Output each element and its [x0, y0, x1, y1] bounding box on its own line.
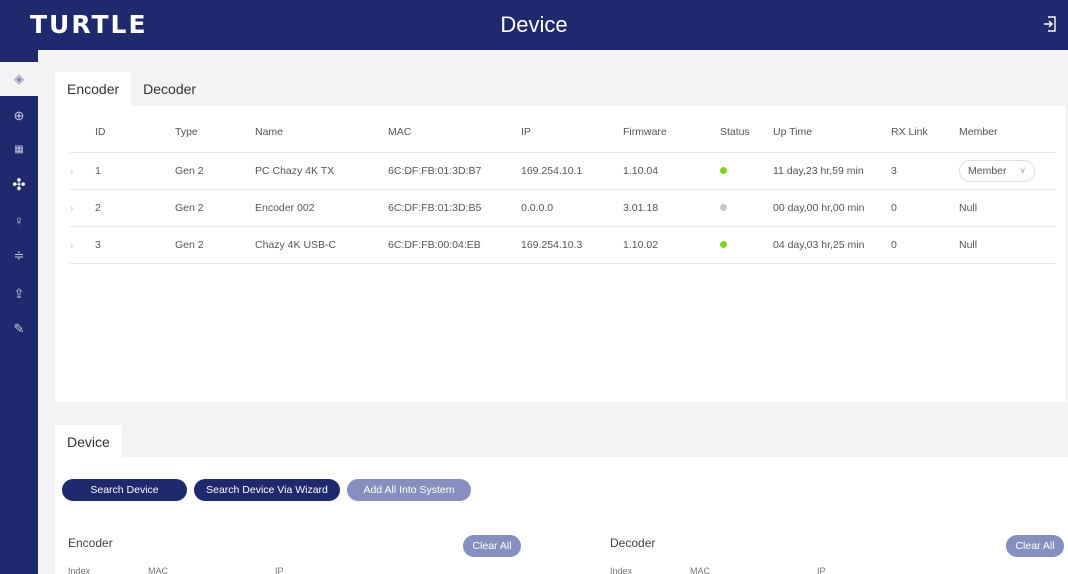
cell-mac: 6C:DF:FB:00:04:EB — [388, 226, 521, 264]
clear-all-encoder-button[interactable]: Clear All — [463, 535, 521, 557]
tab-decoder[interactable]: Decoder — [131, 72, 208, 106]
expand-chevron-icon[interactable]: › — [70, 240, 73, 251]
cell-name: Encoder 002 — [255, 189, 388, 227]
col-uptime: Up Time — [773, 112, 891, 153]
cell-firmware: 3.01.18 — [623, 189, 720, 227]
cell-member: Null — [959, 226, 1055, 264]
status-dot — [720, 240, 727, 248]
status-dot — [720, 166, 727, 174]
col-name: Name — [255, 112, 388, 153]
col-firmware: Firmware — [623, 112, 720, 153]
device-table: ID Type Name MAC IP Firmware Status Up T… — [70, 112, 1055, 264]
member-select-value: Member — [968, 164, 1007, 177]
cell-ip: 169.254.10.1 — [521, 152, 623, 190]
expand-chevron-icon[interactable]: › — [70, 166, 73, 177]
col-rxlink: RX Link — [891, 112, 959, 153]
cell-mac: 6C:DF:FB:01:3D:B7 — [388, 152, 521, 190]
col-ip: IP — [521, 112, 623, 153]
cell-rxlink: 3 — [891, 152, 959, 190]
encoder-col-index: Index — [68, 566, 91, 574]
cell-type: Gen 2 — [175, 189, 255, 227]
search-via-wizard-button[interactable]: Search Device Via Wizard — [194, 479, 340, 501]
cell-name: PC Chazy 4K TX — [255, 152, 388, 190]
encoder-section-label: Encoder — [68, 536, 113, 550]
decoder-col-index: Index — [610, 566, 633, 574]
cell-uptime: 04 day,03 hr,25 min — [773, 226, 891, 264]
col-id: ID — [95, 112, 175, 153]
cell-id: 1 — [95, 152, 175, 190]
logout-icon[interactable] — [1042, 15, 1058, 33]
col-type: Type — [175, 112, 255, 153]
device-list-panel: Encoder Decoder ID Type Name MAC IP Firm… — [55, 60, 1065, 402]
cell-firmware: 1.10.02 — [623, 226, 720, 264]
cell-type: Gen 2 — [175, 226, 255, 264]
expand-chevron-icon[interactable]: › — [70, 203, 73, 214]
tab-encoder[interactable]: Encoder — [55, 72, 132, 106]
col-member: Member — [959, 112, 1055, 153]
cell-name: Chazy 4K USB-C — [255, 226, 388, 264]
sidebar: ◈ ⊕ ▦ ✣ ♀ ≑ ⇪ ✎ — [0, 50, 38, 574]
cell-firmware: 1.10.04 — [623, 152, 720, 190]
cell-rxlink: 0 — [891, 189, 959, 227]
decoder-col-ip: IP — [817, 566, 826, 574]
cell-rxlink: 0 — [891, 226, 959, 264]
cell-uptime: 00 day,00 hr,00 min — [773, 189, 891, 227]
layers-icon[interactable]: ◈ — [0, 67, 38, 91]
cell-id: 2 — [95, 189, 175, 227]
network-icon[interactable]: ✣ — [0, 173, 38, 197]
add-all-into-system-button[interactable]: Add All Into System — [347, 479, 471, 501]
search-device-button[interactable]: Search Device — [62, 479, 187, 501]
encoder-col-mac: MAC — [148, 566, 168, 574]
chevron-down-icon: ∨ — [1019, 165, 1026, 175]
grid-icon[interactable]: ▦ — [0, 137, 38, 161]
plus-circle-icon[interactable]: ⊕ — [0, 104, 38, 128]
table-row[interactable]: › 3 Gen 2 Chazy 4K USB-C 6C:DF:FB:00:04:… — [70, 226, 1055, 264]
tab-bar: Encoder Decoder — [55, 72, 208, 106]
encoder-col-ip: IP — [275, 566, 284, 574]
status-dot — [720, 203, 727, 211]
cell-mac: 6C:DF:FB:01:3D:B5 — [388, 189, 521, 227]
table-row[interactable]: › 2 Gen 2 Encoder 002 6C:DF:FB:01:3D:B5 … — [70, 189, 1055, 227]
user-icon[interactable]: ♀ — [0, 208, 38, 232]
decoder-col-mac: MAC — [690, 566, 710, 574]
sliders-icon[interactable]: ≑ — [0, 244, 38, 268]
clear-all-decoder-button[interactable]: Clear All — [1006, 535, 1064, 557]
member-select[interactable]: Member ∨ — [959, 159, 1035, 182]
cell-member: Null — [959, 189, 1055, 227]
cell-uptime: 11 day,23 hr,59 min — [773, 152, 891, 190]
cell-type: Gen 2 — [175, 152, 255, 190]
decoder-section-label: Decoder — [610, 536, 656, 550]
col-status: Status — [720, 112, 773, 153]
table-header-row: ID Type Name MAC IP Firmware Status Up T… — [70, 112, 1055, 153]
upload-icon[interactable]: ⇪ — [0, 282, 38, 306]
device-search-panel: Device Search Device Search Device Via W… — [55, 423, 1068, 574]
col-mac: MAC — [388, 112, 521, 153]
tab-device[interactable]: Device — [55, 425, 122, 459]
table-row[interactable]: › 1 Gen 2 PC Chazy 4K TX 6C:DF:FB:01:3D:… — [70, 152, 1055, 190]
cell-ip: 0.0.0.0 — [521, 189, 623, 227]
cell-ip: 169.254.10.3 — [521, 226, 623, 264]
page-title: Device — [500, 12, 568, 37]
cell-id: 3 — [95, 226, 175, 264]
logo: TURTLE — [30, 10, 148, 39]
wrench-icon[interactable]: ✎ — [0, 317, 38, 341]
top-bar: TURTLE Device — [0, 0, 1068, 50]
